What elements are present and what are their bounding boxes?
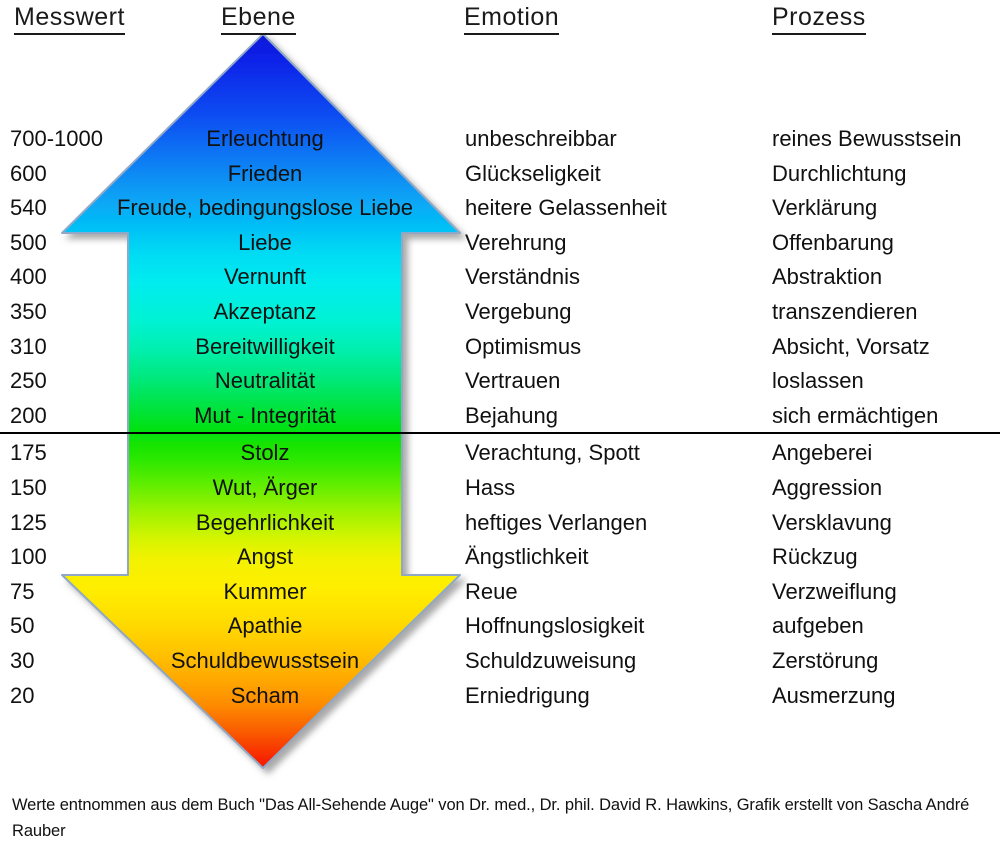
row-emotion-label: Vertrauen (465, 368, 561, 394)
row-process-label: Abstraktion (772, 264, 883, 290)
row-process-label: Versklavung (772, 509, 892, 535)
row-emotion-label: Verehrung (465, 229, 567, 255)
row-emotion-label: Bejahung (465, 402, 558, 428)
table-row: 30 Schuldbewusstsein Schuldzuweisung Zerstö… (0, 644, 1000, 679)
table-row: 600 Frieden Glückseligkeit Durchlichtung (0, 157, 1000, 192)
table-row: 100 Angst Ängstlichkeit Rückzug (0, 540, 1000, 575)
row-emotion-label: Hoffnungslosigkeit (465, 613, 645, 639)
table-row: 200 Mut - Integrität Bejahung sich ermächti… (0, 399, 1000, 434)
table-row: 310 Bereitwilligkeit Optimismus Absicht, Vo… (0, 330, 1000, 365)
row-level-label: Schuldbewusstsein (170, 648, 360, 673)
row-level-label: Neutralität (214, 368, 316, 394)
row-process-label: Offenbarung (772, 229, 894, 255)
row-process-label: sich ermächtigen (772, 402, 939, 428)
row-emotion-label: Erniedrigung (465, 682, 590, 708)
table-row: 175 Stolz Verachtung, Spott Angeberei (0, 436, 1000, 471)
row-level-label: Liebe (238, 229, 292, 255)
row-process-label: aufgeben (772, 613, 864, 639)
row-level-label: Frieden (227, 160, 303, 186)
row-process-label: Durchlichtung (772, 160, 907, 186)
row-level-label: Scham (230, 682, 300, 708)
table-row: 125 Begehrlichkeit heftiges Verlangen Versk… (0, 506, 1000, 541)
row-emotion-label: Glückseligkeit (465, 160, 601, 186)
row-level-label: Bereitwilligkeit (195, 333, 335, 359)
row-process-label: Verklärung (772, 195, 878, 221)
row-level-label: Begehrlichkeit (195, 509, 335, 535)
row-emotion-label: Verständnis (465, 264, 580, 290)
row-process-label: Angeberei (772, 440, 873, 466)
row-measurement-value: 20 (10, 682, 35, 708)
row-emotion-label: Schuldzuweisung (465, 648, 637, 673)
row-level-label: Apathie (227, 613, 303, 639)
table-row: 75 Kummer Reue Verzweiflung (0, 575, 1000, 610)
row-emotion-label: Hass (465, 475, 516, 500)
table-row: 540 Freude, bedingungslose Liebe heitere G… (0, 191, 1000, 226)
row-process-label: Absicht, Vorsatz (772, 333, 930, 359)
row-process-label: Zerstörung (772, 648, 879, 673)
row-measurement-value: 50 (10, 613, 35, 639)
row-emotion-label: Verachtung, Spott (465, 440, 640, 466)
row-process-label: transzendieren (772, 299, 918, 324)
table-row: 400 Vernunft Verständnis Abstraktion (0, 260, 1000, 295)
row-process-label: loslassen (772, 368, 864, 394)
row-level-label: Stolz (240, 440, 290, 466)
row-emotion-label: Vergebung (465, 299, 572, 324)
row-level-label: Kummer (223, 578, 307, 604)
row-level-label: Erleuchtung (206, 126, 324, 151)
row-emotion-label: Ängstlichkeit (465, 544, 589, 570)
table-row: 500 Liebe Verehrung Offenbarung (0, 226, 1000, 261)
row-level-label: Vernunft (224, 264, 306, 290)
row-measurement-value: 30 (10, 648, 35, 673)
row-process-label: Verzweiflung (772, 578, 897, 604)
row-level-label: Angst (236, 544, 294, 570)
row-level-label: Wut, Ärger (212, 475, 318, 500)
row-level-label: Akzeptanz (213, 299, 317, 324)
table-row: 20 Scham Erniedrigung Ausmerzung (0, 679, 1000, 714)
row-process-label: Aggression (772, 475, 883, 500)
row-emotion-label: Optimismus (465, 333, 582, 359)
scale-rows: 700-1000 Erleuchtung unbeschreibbar reines … (0, 0, 1000, 790)
table-row: 350 Akzeptanz Vergebung transzendieren (0, 295, 1000, 330)
row-process-label: Ausmerzung (772, 682, 896, 708)
table-row: 150 Wut, Ärger Hass Aggression (0, 471, 1000, 506)
row-emotion-label: unbeschreibbar (465, 126, 617, 151)
row-level-label: Mut - Integrität (194, 402, 336, 428)
table-row: 50 Apathie Hoffnungslosigkeit aufgeben (0, 609, 1000, 644)
row-process-label: reines Bewusstsein (772, 126, 962, 151)
table-row: 250 Neutralität Vertrauen loslassen (0, 364, 1000, 399)
row-level-label: Freude, bedingungslose Liebe (116, 195, 413, 221)
row-emotion-label: heftiges Verlangen (465, 509, 648, 535)
row-emotion-label: heitere Gelassenheit (465, 195, 667, 221)
row-process-label: Rückzug (772, 544, 858, 570)
source-footnote: Werte entnommen aus dem Buch "Das All-Se… (12, 796, 970, 840)
consciousness-scale-diagram: Messwert Ebene Emotion Prozess 700-1000 E… (0, 0, 1000, 849)
row-measurement-value: 75 (10, 578, 35, 604)
row-emotion-label: Reue (465, 578, 518, 604)
table-row: 700-1000 Erleuchtung unbeschreibbar reines … (0, 122, 1000, 157)
